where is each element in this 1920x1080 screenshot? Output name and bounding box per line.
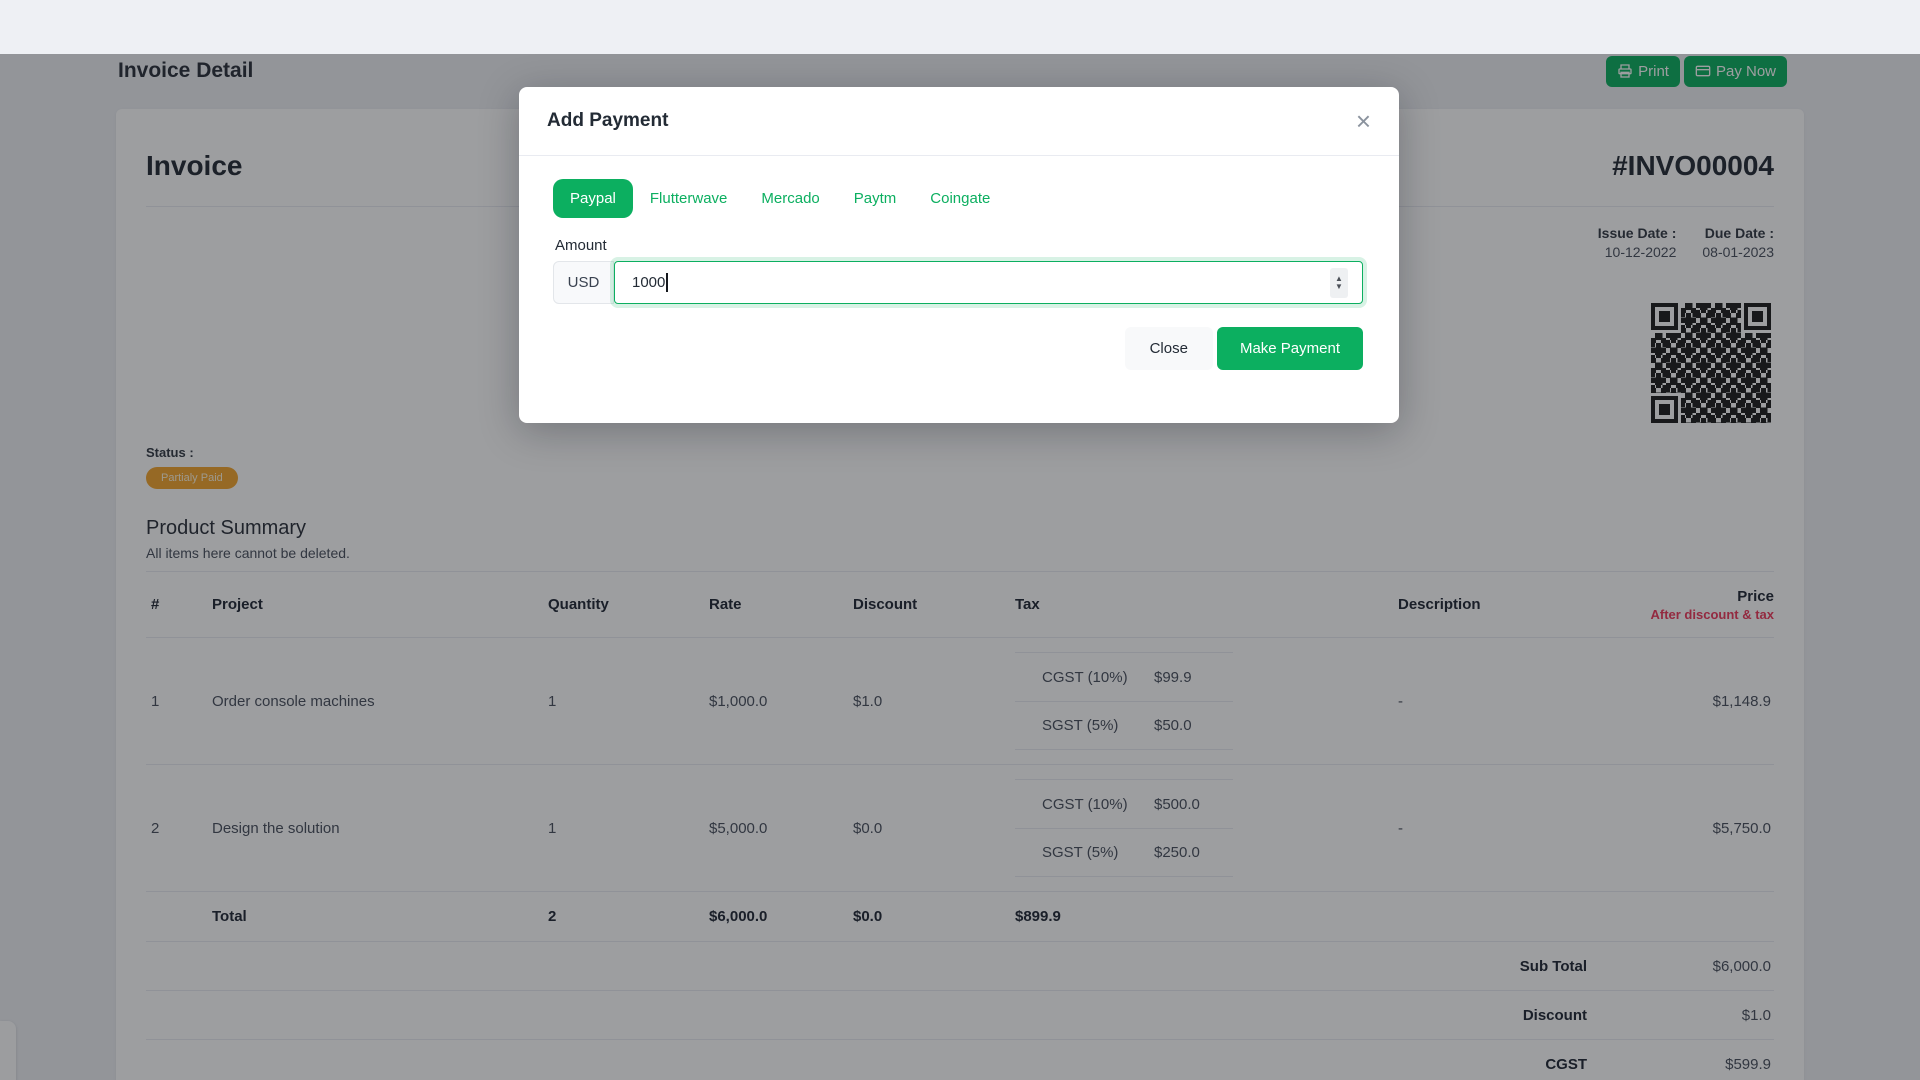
stepper-down-icon: ▼ — [1335, 283, 1343, 291]
close-icon[interactable]: × — [1356, 108, 1371, 134]
tab-paypal[interactable]: Paypal — [553, 179, 633, 218]
make-payment-button[interactable]: Make Payment — [1217, 327, 1363, 370]
amount-label: Amount — [555, 237, 1363, 254]
tab-flutterwave[interactable]: Flutterwave — [633, 179, 745, 218]
payment-method-tabs: Paypal Flutterwave Mercado Paytm Coingat… — [553, 179, 1363, 218]
text-cursor — [666, 273, 668, 292]
amount-input[interactable]: 1000 ▲ ▼ — [614, 261, 1363, 304]
close-button[interactable]: Close — [1125, 327, 1213, 370]
add-payment-modal: Add Payment × Paypal Flutterwave Mercado… — [519, 87, 1399, 423]
modal-title: Add Payment — [547, 110, 668, 132]
amount-value: 1000 — [632, 274, 665, 291]
amount-stepper[interactable]: ▲ ▼ — [1330, 268, 1348, 298]
tab-coingate[interactable]: Coingate — [913, 179, 1007, 218]
currency-prefix: USD — [553, 261, 614, 304]
tab-paytm[interactable]: Paytm — [837, 179, 914, 218]
tab-mercado[interactable]: Mercado — [744, 179, 836, 218]
